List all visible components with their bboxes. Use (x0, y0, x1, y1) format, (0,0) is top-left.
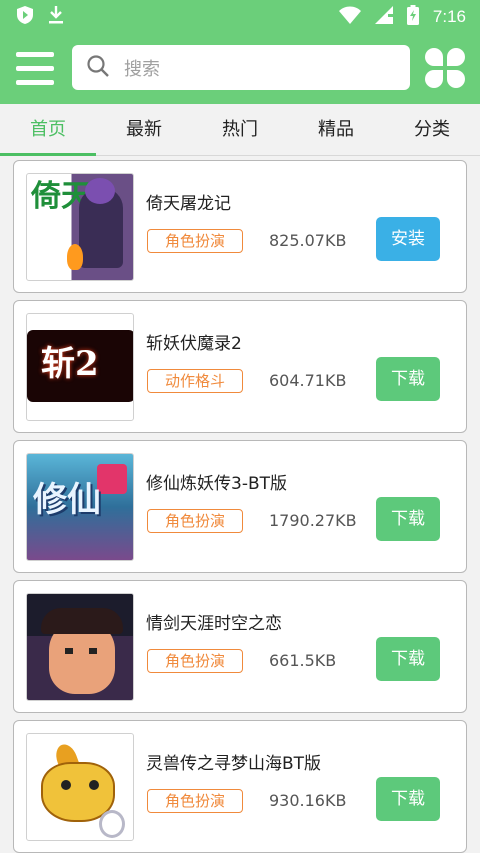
tab-featured[interactable]: 精品 (288, 104, 384, 156)
game-card[interactable]: 情剑天涯时空之恋 角色扮演 661.5KB 下载 (13, 580, 467, 713)
category-tag: 动作格斗 (147, 369, 243, 393)
app-header: 搜索 (0, 34, 480, 104)
clover-grid-icon[interactable] (425, 48, 465, 88)
file-size: 1790.27KB (269, 511, 357, 530)
game-icon: 倚天 (26, 173, 134, 281)
game-icon (26, 733, 134, 841)
search-icon (86, 54, 110, 82)
clock: 7:16 (432, 7, 466, 26)
download-button[interactable]: 下载 (376, 357, 440, 401)
active-tab-indicator (0, 153, 96, 156)
file-size: 825.07KB (269, 231, 347, 250)
tab-hot[interactable]: 热门 (192, 104, 288, 156)
download-icon (48, 5, 64, 29)
tab-home[interactable]: 首页 (0, 104, 96, 156)
category-tag: 角色扮演 (147, 229, 243, 253)
category-tag: 角色扮演 (147, 649, 243, 673)
game-card[interactable]: 修仙 修仙炼妖传3-BT版 角色扮演 1790.27KB 下载 (13, 440, 467, 573)
tab-latest[interactable]: 最新 (96, 104, 192, 156)
file-size: 604.71KB (269, 371, 347, 390)
category-tabs: 首页 最新 热门 精品 分类 (0, 104, 480, 156)
game-icon (26, 593, 134, 701)
game-icon-logo: 斩2 (41, 344, 99, 384)
game-card[interactable]: 灵兽传之寻梦山海BT版 角色扮演 930.16KB 下载 (13, 720, 467, 853)
shield-icon (16, 5, 34, 29)
game-title: 倚天屠龙记 (146, 194, 231, 214)
category-tag: 角色扮演 (147, 509, 243, 533)
game-icon-logo: 修仙 (33, 480, 101, 520)
file-size: 930.16KB (269, 791, 347, 810)
search-placeholder: 搜索 (124, 58, 160, 80)
wifi-icon (338, 6, 361, 28)
category-tag: 角色扮演 (147, 789, 243, 813)
download-button[interactable]: 下载 (376, 497, 440, 541)
signal-icon (374, 6, 393, 28)
search-input[interactable]: 搜索 (72, 45, 410, 90)
tab-categories[interactable]: 分类 (384, 104, 480, 156)
file-size: 661.5KB (269, 651, 337, 670)
game-title: 斩妖伏魔录2 (146, 334, 242, 354)
game-icon: 修仙 (26, 453, 134, 561)
game-title: 情剑天涯时空之恋 (146, 614, 282, 634)
download-button[interactable]: 下载 (376, 777, 440, 821)
status-bar: 7:16 (0, 0, 480, 34)
game-title: 灵兽传之寻梦山海BT版 (146, 754, 322, 774)
game-title: 修仙炼妖传3-BT版 (146, 474, 287, 494)
hamburger-menu-icon[interactable] (16, 52, 54, 86)
game-card[interactable]: 倚天 倚天屠龙记 角色扮演 825.07KB 安装 (13, 160, 467, 293)
install-button[interactable]: 安装 (376, 217, 440, 261)
game-icon: 斩2 (26, 313, 134, 421)
game-card[interactable]: 斩2 斩妖伏魔录2 动作格斗 604.71KB 下载 (13, 300, 467, 433)
battery-icon (406, 5, 419, 29)
download-button[interactable]: 下载 (376, 637, 440, 681)
